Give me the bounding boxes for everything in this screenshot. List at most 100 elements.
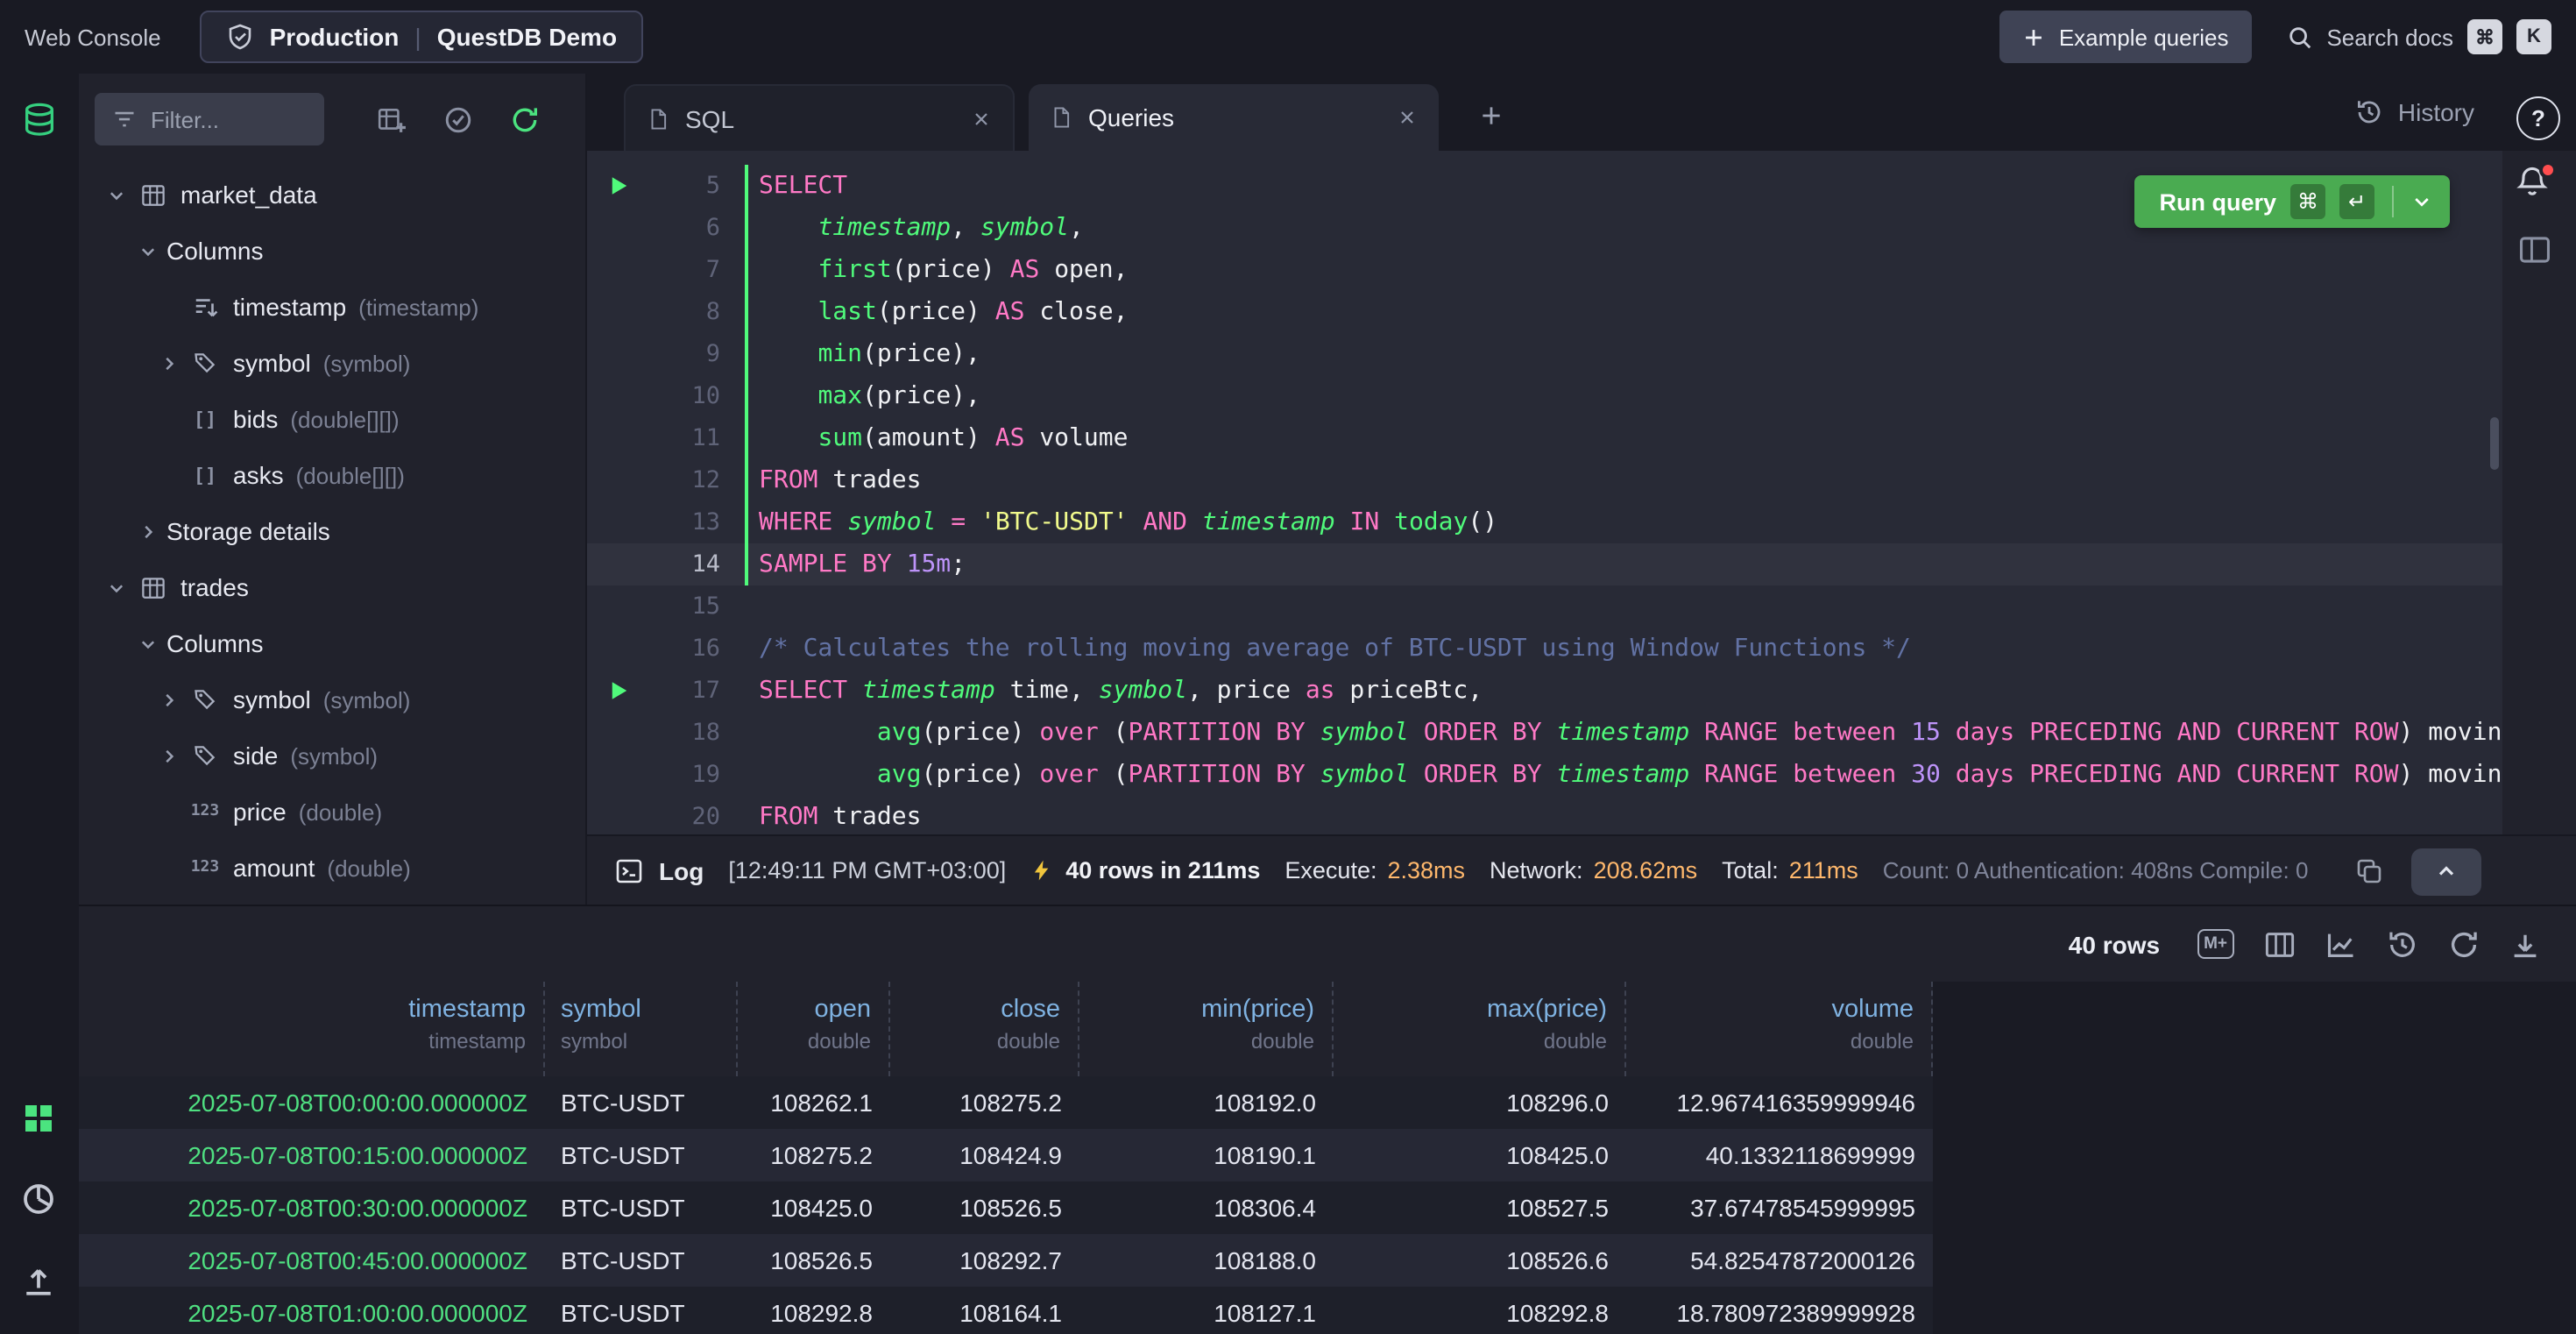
columns-icon[interactable]: [2264, 928, 2296, 960]
cell[interactable]: 108425.0: [1334, 1129, 1626, 1181]
code-line-13[interactable]: 13WHERE symbol = 'BTC-USDT' AND timestam…: [587, 501, 2502, 543]
column-header-open[interactable]: opendouble: [738, 982, 890, 1076]
cell[interactable]: 108526.5: [738, 1234, 890, 1287]
column-header-max-price-[interactable]: max(price)double: [1334, 982, 1626, 1076]
history-button[interactable]: History: [2356, 74, 2474, 151]
cell[interactable]: BTC-USDT: [545, 1234, 738, 1287]
new-tab-button[interactable]: [1472, 96, 1511, 135]
cell[interactable]: 108425.0: [738, 1181, 890, 1234]
cell[interactable]: 108292.7: [890, 1234, 1079, 1287]
chevron-right-icon[interactable]: [159, 353, 188, 373]
chevron-right-icon[interactable]: [159, 746, 188, 765]
chevron-down-icon[interactable]: [107, 185, 135, 204]
tree-item-amount[interactable]: 123amount(double): [79, 840, 585, 896]
tree-item-side[interactable]: side(symbol): [79, 727, 585, 784]
cell[interactable]: 108188.0: [1079, 1234, 1334, 1287]
column-header-timestamp[interactable]: timestamptimestamp: [79, 982, 545, 1076]
cell[interactable]: 108296.0: [1334, 1076, 1626, 1129]
chevron-down-icon[interactable]: [138, 241, 166, 260]
chevron-down-icon[interactable]: [2411, 191, 2432, 212]
table-row[interactable]: 2025-07-08T00:45:00.000000ZBTC-USDT10852…: [79, 1234, 1933, 1287]
editor-scrollbar[interactable]: [2490, 417, 2499, 470]
tree-item-bids[interactable]: []bids(double[][]): [79, 391, 585, 447]
tree-item-symbol[interactable]: symbol(symbol): [79, 671, 585, 727]
cell[interactable]: 12.967416359999946: [1626, 1076, 1933, 1129]
cell[interactable]: 108292.8: [1334, 1287, 1626, 1334]
column-header-symbol[interactable]: symbolsymbol: [545, 982, 738, 1076]
column-header-close[interactable]: closedouble: [890, 982, 1079, 1076]
cell[interactable]: 108306.4: [1079, 1181, 1334, 1234]
column-header-min-price-[interactable]: min(price)double: [1079, 982, 1334, 1076]
tree-item-market-data[interactable]: market_data: [79, 167, 585, 223]
instance-badge[interactable]: Production | QuestDB Demo: [200, 11, 643, 63]
code-line-9[interactable]: 9 min(price),: [587, 333, 2502, 375]
table-row[interactable]: 2025-07-08T00:00:00.000000ZBTC-USDT10826…: [79, 1076, 1933, 1129]
search-docs-button[interactable]: Search docs ⌘ K: [2286, 19, 2551, 54]
tree-item-trades[interactable]: trades: [79, 559, 585, 615]
import-panel-icon[interactable]: [21, 1264, 56, 1299]
tree-item-price[interactable]: 123price(double): [79, 784, 585, 840]
code-line-18[interactable]: 18 avg(price) over (PARTITION BY symbol …: [587, 712, 2502, 754]
chart-icon[interactable]: [2325, 928, 2357, 960]
tree-item-columns[interactable]: Columns: [79, 615, 585, 671]
cell[interactable]: 108127.1: [1079, 1287, 1334, 1334]
collapse-log-button[interactable]: [2411, 848, 2481, 895]
code-line-17[interactable]: 17SELECT timestamp time, symbol, price a…: [587, 670, 2502, 712]
cell[interactable]: BTC-USDT: [545, 1129, 738, 1181]
table-row[interactable]: 2025-07-08T00:15:00.000000ZBTC-USDT10827…: [79, 1129, 1933, 1181]
tree-item-storage-details[interactable]: Storage details: [79, 503, 585, 559]
cell[interactable]: 2025-07-08T00:30:00.000000Z: [79, 1181, 545, 1234]
code-line-11[interactable]: 11 sum(amount) AS volume: [587, 417, 2502, 459]
tab-sql[interactable]: SQL: [624, 84, 1015, 151]
add-table-icon[interactable]: [377, 104, 407, 134]
tree-item-timestamp[interactable]: timestamp(timestamp): [79, 279, 585, 335]
chevron-down-icon[interactable]: [138, 634, 166, 653]
close-icon[interactable]: [1397, 107, 1418, 128]
cell[interactable]: 108275.2: [738, 1129, 890, 1181]
code-line-19[interactable]: 19 avg(price) over (PARTITION BY symbol …: [587, 754, 2502, 796]
tree-item-symbol[interactable]: symbol(symbol): [79, 335, 585, 391]
notifications-bell-icon[interactable]: [2515, 165, 2553, 203]
query-history-icon[interactable]: [2387, 928, 2418, 960]
cell[interactable]: BTC-USDT: [545, 1287, 738, 1334]
cell[interactable]: 2025-07-08T00:00:00.000000Z: [79, 1076, 545, 1129]
cell[interactable]: 54.82547872000126: [1626, 1234, 1933, 1287]
cell[interactable]: 108526.5: [890, 1181, 1079, 1234]
chevron-right-icon[interactable]: [138, 522, 166, 541]
cell[interactable]: 108292.8: [738, 1287, 890, 1334]
table-row[interactable]: 2025-07-08T01:00:00.000000ZBTC-USDT10829…: [79, 1287, 1933, 1334]
cell[interactable]: 108190.1: [1079, 1129, 1334, 1181]
cell[interactable]: 108164.1: [890, 1287, 1079, 1334]
cell[interactable]: 108526.6: [1334, 1234, 1626, 1287]
cell[interactable]: 2025-07-08T00:45:00.000000Z: [79, 1234, 545, 1287]
code-line-20[interactable]: 20FROM trades: [587, 796, 2502, 834]
chart-panel-icon[interactable]: [21, 1181, 56, 1217]
cell[interactable]: 108527.5: [1334, 1181, 1626, 1234]
layout-panels-icon[interactable]: [2518, 233, 2551, 266]
copy-icon[interactable]: [2355, 857, 2383, 885]
code-line-7[interactable]: 7 first(price) AS open,: [587, 249, 2502, 291]
chevron-down-icon[interactable]: [107, 578, 135, 597]
cell[interactable]: 37.67478545999995: [1626, 1181, 1933, 1234]
close-icon[interactable]: [971, 108, 992, 129]
code-line-12[interactable]: 12FROM trades: [587, 459, 2502, 501]
tables-panel-icon[interactable]: [21, 1101, 56, 1136]
tree-item-asks[interactable]: []asks(double[][]): [79, 447, 585, 503]
cell[interactable]: 108192.0: [1079, 1076, 1334, 1129]
tab-queries[interactable]: Queries: [1029, 84, 1439, 151]
refresh-schema-icon[interactable]: [510, 104, 540, 134]
code-line-15[interactable]: 15: [587, 585, 2502, 628]
example-queries-button[interactable]: Example queries: [1999, 11, 2252, 63]
cell[interactable]: 108262.1: [738, 1076, 890, 1129]
run-query-button[interactable]: Run query ⌘ ↵: [2134, 175, 2450, 228]
cell[interactable]: 2025-07-08T01:00:00.000000Z: [79, 1287, 545, 1334]
code-line-16[interactable]: 16/* Calculates the rolling moving avera…: [587, 628, 2502, 670]
code-line-8[interactable]: 8 last(price) AS close,: [587, 291, 2502, 333]
cell[interactable]: BTC-USDT: [545, 1181, 738, 1234]
check-circle-icon[interactable]: [443, 104, 473, 134]
chevron-right-icon[interactable]: [159, 690, 188, 709]
markdown-copy-icon[interactable]: M+: [2197, 929, 2234, 959]
download-csv-icon[interactable]: [2509, 928, 2541, 960]
questdb-logo-icon[interactable]: [19, 100, 60, 140]
cell[interactable]: 108275.2: [890, 1076, 1079, 1129]
